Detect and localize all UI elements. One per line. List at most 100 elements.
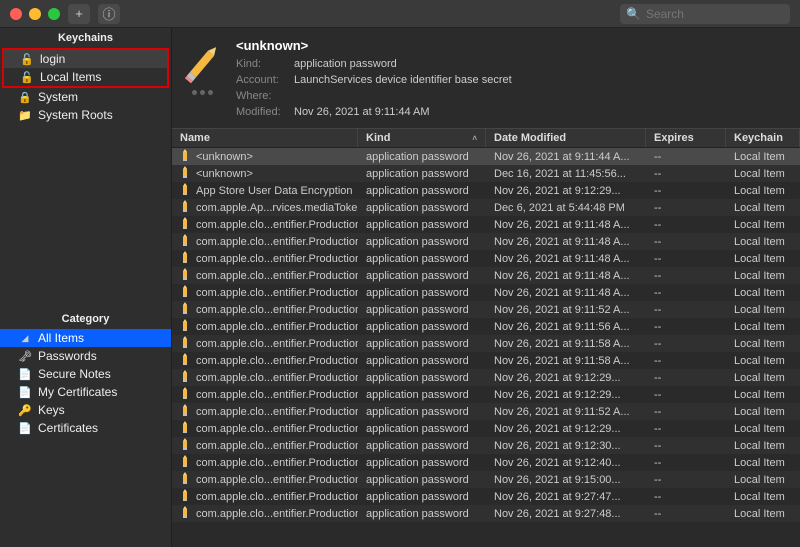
column-name[interactable]: Name [172, 129, 358, 147]
category-item[interactable]: My Certificates [0, 383, 171, 401]
info-button[interactable]: ⓘ [98, 4, 120, 24]
detail-kind-label: Kind: [236, 56, 288, 72]
keychain-system-roots[interactable]: System Roots [0, 106, 171, 124]
category-label: My Certificates [38, 385, 117, 399]
cell-date: Nov 26, 2021 at 9:15:00... [486, 474, 646, 486]
cell-kind: application password [358, 338, 486, 350]
cell-date: Nov 26, 2021 at 9:11:52 A... [486, 304, 646, 316]
pencil-icon [180, 421, 190, 436]
table-row[interactable]: com.apple.clo...entifier.Productionappli… [172, 233, 800, 250]
pencil-icon [180, 353, 190, 368]
cell-keychain: Local Item [726, 440, 800, 452]
folder-icon [18, 108, 32, 122]
table-row[interactable]: com.apple.clo...entifier.Productionappli… [172, 488, 800, 505]
cell-expires: -- [646, 304, 726, 316]
table-row[interactable]: com.apple.clo...entifier.Productionappli… [172, 301, 800, 318]
keychain-local-items[interactable]: Local Items [4, 68, 167, 86]
cell-name: com.apple.clo...entifier.Production [172, 489, 358, 504]
table-row[interactable]: <unknown>application passwordNov 26, 202… [172, 148, 800, 165]
add-button[interactable]: + [68, 4, 90, 24]
column-kind[interactable]: Kind ˄ [358, 129, 486, 147]
detail-account-label: Account: [236, 72, 288, 88]
column-expires[interactable]: Expires [646, 129, 726, 147]
search-input[interactable] [646, 7, 800, 21]
table-row[interactable]: com.apple.clo...entifier.Productionappli… [172, 284, 800, 301]
row-name-text: com.apple.clo...entifier.Production [196, 457, 358, 469]
pencil-icon [180, 268, 190, 283]
cell-name: com.apple.clo...entifier.Production [172, 404, 358, 419]
category-item[interactable]: All Items [0, 329, 171, 347]
table-row[interactable]: com.apple.clo...entifier.Productionappli… [172, 318, 800, 335]
category-item[interactable]: Keys [0, 401, 171, 419]
cell-kind: application password [358, 474, 486, 486]
table-body[interactable]: <unknown>application passwordNov 26, 202… [172, 148, 800, 547]
table-row[interactable]: com.apple.clo...entifier.Productionappli… [172, 454, 800, 471]
sort-indicator-icon: ˄ [472, 134, 477, 143]
cell-keychain: Local Item [726, 253, 800, 265]
table-row[interactable]: com.apple.clo...entifier.Productionappli… [172, 420, 800, 437]
keychains-header: Keychains [0, 28, 171, 48]
table-row[interactable]: <unknown>application passwordDec 16, 202… [172, 165, 800, 182]
cell-kind: application password [358, 236, 486, 248]
keychain-system[interactable]: System [0, 88, 171, 106]
cell-expires: -- [646, 423, 726, 435]
table-header: Name Kind ˄ Date Modified Expires Keycha… [172, 128, 800, 148]
cert1-icon [18, 385, 32, 399]
row-name-text: com.apple.clo...entifier.Production [196, 423, 358, 435]
triangle [18, 331, 32, 345]
category-item[interactable]: Certificates [0, 419, 171, 437]
table-row[interactable]: com.apple.clo...entifier.Productionappli… [172, 216, 800, 233]
cell-date: Nov 26, 2021 at 9:27:47... [486, 491, 646, 503]
column-date-modified[interactable]: Date Modified [486, 129, 646, 147]
row-name-text: com.apple.clo...entifier.Production [196, 355, 358, 367]
cell-expires: -- [646, 253, 726, 265]
table-row[interactable]: com.apple.Ap...rvices.mediaTokenapplicat… [172, 199, 800, 216]
cell-name: com.apple.clo...entifier.Production [172, 319, 358, 334]
pencil-icon [180, 251, 190, 266]
keychain-label: Local Items [40, 70, 101, 84]
table-row[interactable]: com.apple.clo...entifier.Productionappli… [172, 369, 800, 386]
row-name-text: com.apple.clo...entifier.Production [196, 474, 358, 486]
table-row[interactable]: com.apple.clo...entifier.Productionappli… [172, 267, 800, 284]
table-row[interactable]: App Store User Data Encryptionapplicatio… [172, 182, 800, 199]
cell-name: App Store User Data Encryption [172, 183, 358, 198]
pencil-icon [180, 404, 190, 419]
cell-keychain: Local Item [726, 219, 800, 231]
table-row[interactable]: com.apple.clo...entifier.Productionappli… [172, 403, 800, 420]
cell-keychain: Local Item [726, 372, 800, 384]
zoom-window-button[interactable] [48, 8, 60, 20]
category-item[interactable]: Secure Notes [0, 365, 171, 383]
close-window-button[interactable] [10, 8, 22, 20]
cell-keychain: Local Item [726, 185, 800, 197]
detail-modified-value: Nov 26, 2021 at 9:11:44 AM [294, 104, 430, 120]
category-item[interactable]: Passwords [0, 347, 171, 365]
cell-keychain: Local Item [726, 168, 800, 180]
plus-icon: + [75, 6, 83, 21]
search-field[interactable]: 🔍 [620, 4, 790, 24]
pencil-icon [180, 149, 190, 164]
cert2-icon [18, 421, 32, 435]
cell-name: <unknown> [172, 149, 358, 164]
cell-name: com.apple.clo...entifier.Production [172, 438, 358, 453]
row-name-text: App Store User Data Encryption [196, 185, 353, 197]
keychain-login[interactable]: login [4, 50, 167, 68]
cell-name: com.apple.clo...entifier.Production [172, 421, 358, 436]
cell-date: Nov 26, 2021 at 9:12:29... [486, 372, 646, 384]
table-row[interactable]: com.apple.clo...entifier.Productionappli… [172, 250, 800, 267]
cell-date: Dec 6, 2021 at 5:44:48 PM [486, 202, 646, 214]
cell-name: com.apple.clo...entifier.Production [172, 370, 358, 385]
cell-keychain: Local Item [726, 355, 800, 367]
table-row[interactable]: com.apple.clo...entifier.Productionappli… [172, 386, 800, 403]
table-row[interactable]: com.apple.clo...entifier.Productionappli… [172, 335, 800, 352]
column-keychain[interactable]: Keychain [726, 129, 800, 147]
cell-keychain: Local Item [726, 491, 800, 503]
table-row[interactable]: com.apple.clo...entifier.Productionappli… [172, 352, 800, 369]
cell-expires: -- [646, 185, 726, 197]
detail-where-label: Where: [236, 88, 288, 104]
cell-kind: application password [358, 168, 486, 180]
table-row[interactable]: com.apple.clo...entifier.Productionappli… [172, 505, 800, 522]
minimize-window-button[interactable] [29, 8, 41, 20]
table-row[interactable]: com.apple.clo...entifier.Productionappli… [172, 471, 800, 488]
cell-date: Nov 26, 2021 at 9:11:48 A... [486, 219, 646, 231]
table-row[interactable]: com.apple.clo...entifier.Productionappli… [172, 437, 800, 454]
